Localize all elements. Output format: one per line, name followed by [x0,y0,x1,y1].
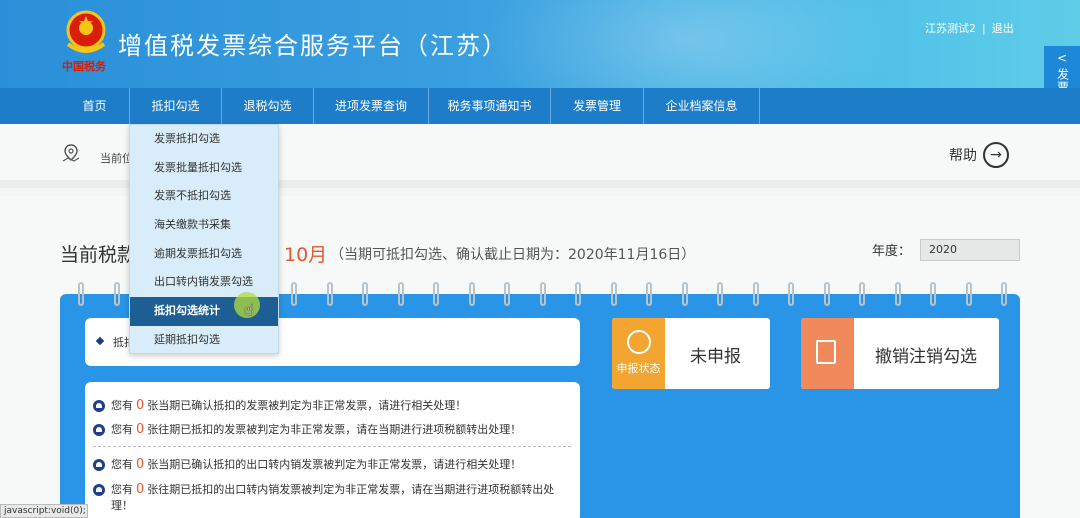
declaration-status-card[interactable]: 申报状态 未申报 [612,318,770,389]
dropdown-item[interactable]: 发票批量抵扣勾选 [130,154,278,183]
binder-ring [78,282,84,306]
hand-cursor-icon: ☝ [244,300,254,319]
dashed-divider [93,446,571,447]
binder-ring [504,282,510,306]
binder-ring [362,282,368,306]
cancel-deregister-label: 撤销注销勾选 [875,347,977,367]
nav-refund-select[interactable]: 退税勾选 [222,88,314,124]
status-icon-box: 申报状态 [612,318,665,389]
message-count: 0 [136,482,145,497]
message-text: 张往期已抵扣的发票被判定为非正常发票，请在当期进行进项税额转出处理！ [147,423,522,436]
binder-ring [717,282,723,306]
binder-ring [1001,282,1007,306]
nav-home[interactable]: 首页 [60,88,130,124]
bell-icon [93,424,105,436]
message-prefix: 您有 [111,399,133,412]
binder-ring [468,282,475,306]
cancel-deregister-card[interactable]: 撤销注销勾选 [801,318,999,389]
help-label: 帮助 [949,148,977,164]
emblem-caption: 中国税务 [62,60,106,73]
location-pin-icon [62,144,80,162]
deduct-select-dropdown: 发票抵扣勾选 发票批量抵扣勾选 发票不抵扣勾选 海关缴款书采集 逾期发票抵扣勾选… [129,124,279,354]
browser-status-bar: javascript:void(0); [0,504,88,518]
message-item: 您有 0 张当期已确认抵扣的出口转内销发票被判定为非正常发票，请进行相关处理！ [93,457,573,473]
dropdown-item[interactable]: 延期抵扣勾选 [130,326,278,355]
binder-ring [930,282,936,306]
bell-icon [93,484,105,496]
binder-ring [326,282,333,306]
year-select[interactable]: 2020 [920,239,1020,261]
header-glow [480,0,900,88]
dropdown-item[interactable]: 逾期发票抵扣勾选 [130,240,278,269]
nav-company-profile[interactable]: 企业档案信息 [644,88,760,124]
message-prefix: 您有 [111,423,133,436]
period-deadline-note: （当期可抵扣勾选、确认截止日期为：2020年11月16日） [330,247,696,263]
binder-ring [539,282,546,306]
message-count: 0 [136,398,145,413]
document-cancel-icon [816,340,836,364]
chevron-left-icon: < [1056,51,1068,65]
header-banner: 中国税务 增值税发票综合服务平台（江苏） 江苏测试2 | 退出 [0,0,1080,88]
dropdown-item[interactable]: 发票不抵扣勾选 [130,182,278,211]
period-month: 10月 [284,244,328,266]
year-label: 年度： [872,244,912,259]
declaration-status-value: 未申报 [690,347,741,367]
binder-ring [823,282,830,306]
binder-ring [433,282,439,306]
user-separator: | [982,21,986,35]
nav-deduct-select[interactable]: 抵扣勾选 [130,88,222,124]
tax-emblem-icon [66,10,106,53]
binder-ring [397,282,404,306]
bell-icon [93,400,105,412]
binder-ring [965,282,972,306]
binder-ring [859,282,865,306]
user-name-link[interactable]: 江苏测试2 [925,20,976,36]
site-title: 增值税发票综合服务平台（江苏） [118,32,508,60]
message-text: 张当期已确认抵扣的出口转内销发票被判定为非正常发票，请进行相关处理！ [147,458,522,471]
status-icon-label: 申报状态 [616,362,661,375]
binder-ring [610,282,617,306]
message-text: 张往期已抵扣的出口转内销发票被判定为非正常发票，请在当期进行进项税额转出处理！ [111,483,555,512]
dropdown-item[interactable]: 海关缴款书采集 [130,211,278,240]
message-text: 张当期已确认抵扣的发票被判定为非正常发票，请进行相关处理！ [147,399,467,412]
nav-invoice-management[interactable]: 发票管理 [551,88,644,124]
binder-ring [113,282,120,306]
arrow-right-circle-icon: → [983,142,1009,168]
binder-ring [291,282,297,306]
period-title: 当前税款 [60,244,137,266]
binder-ring [894,282,901,306]
binder-ring [575,282,581,306]
main-nav: 首页 抵扣勾选 退税勾选 进项发票查询 税务事项通知书 发票管理 企业档案信息 [0,88,1080,124]
user-status-icon [626,330,651,354]
message-item: 您有 0 张往期已抵扣的出口转内销发票被判定为非正常发票，请在当期进行进项税额转出处… [93,482,573,514]
message-item: 您有 0 张往期已抵扣的发票被判定为非正常发票，请在当期进行进项税额转出处理！ [93,422,573,438]
message-prefix: 您有 [111,458,133,471]
dropdown-item[interactable]: 发票抵扣勾选 [130,125,278,154]
logout-link[interactable]: 退出 [992,20,1014,36]
message-count: 0 [136,422,145,437]
nav-tax-notices[interactable]: 税务事项通知书 [429,88,551,124]
bell-icon [93,459,105,471]
dropdown-item[interactable]: 出口转内销发票勾选 [130,268,278,297]
help-link[interactable]: 帮助 → [949,142,1009,168]
message-item: 您有 0 张当期已确认抵扣的发票被判定为非正常发票，请进行相关处理！ [93,398,573,414]
message-prefix: 您有 [111,483,133,496]
diamond-bullet-icon [95,336,105,346]
user-links: 江苏测试2 | 退出 [925,20,1014,36]
binder-ring [681,282,688,306]
binder-ring [646,282,652,306]
binder-ring [788,282,794,306]
binder-ring [752,282,759,306]
message-card: 您有 0 张当期已确认抵扣的发票被判定为非正常发票，请进行相关处理！ 您有 0 张往期已… [85,382,580,518]
nav-input-invoice-query[interactable]: 进项发票查询 [314,88,429,124]
cancel-icon-box [801,318,854,389]
message-count: 0 [136,457,145,472]
